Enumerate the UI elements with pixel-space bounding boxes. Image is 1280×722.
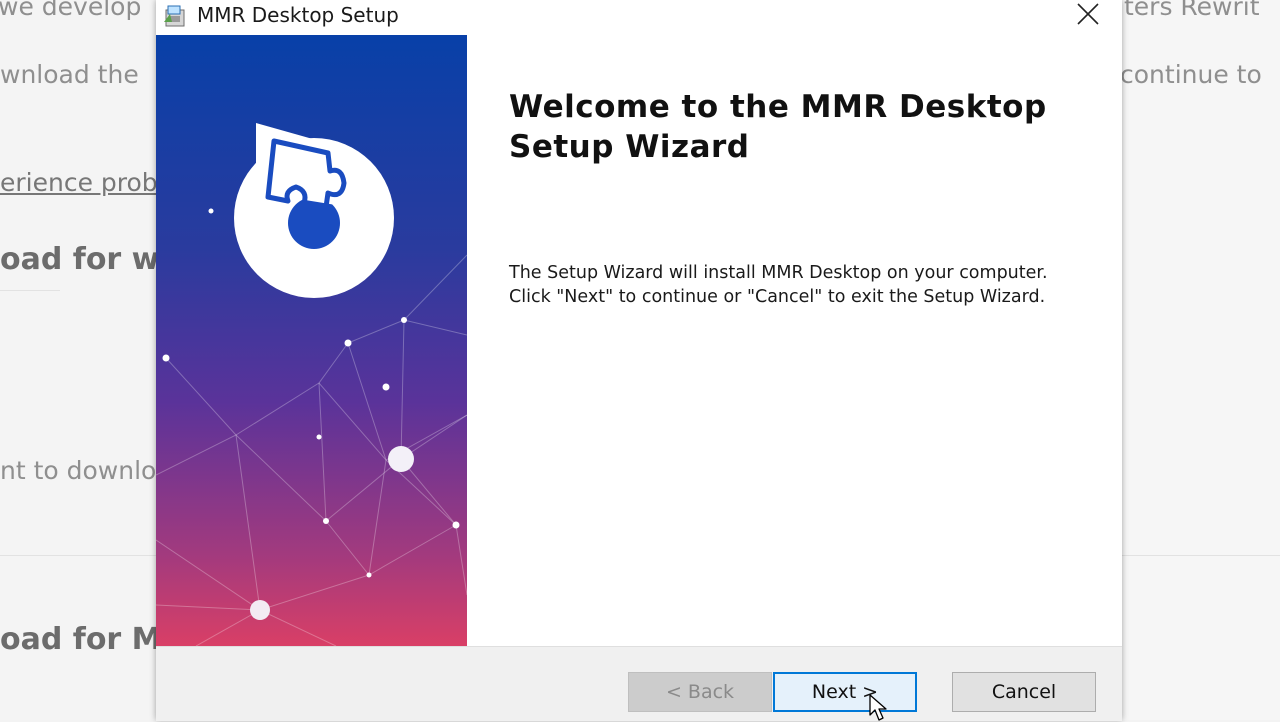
page-title: Welcome to the MMR Desktop Setup Wizard — [509, 89, 1047, 165]
wizard-content: Welcome to the MMR Desktop Setup Wizard … — [467, 35, 1122, 646]
wizard-banner — [156, 35, 467, 646]
bg-link[interactable]: erience prob — [0, 168, 158, 197]
bg-divider — [1122, 555, 1280, 556]
bg-right-panel — [1122, 0, 1280, 720]
bg-text-4: ters Rewrit — [1124, 0, 1260, 21]
window-title: MMR Desktop Setup — [197, 3, 399, 27]
bg-heading-2: oad for M — [0, 622, 162, 657]
back-button[interactable]: < Back — [628, 672, 772, 712]
bg-heading-1: oad for wi — [0, 242, 170, 277]
title-bar[interactable]: MMR Desktop Setup — [156, 0, 1122, 33]
close-icon[interactable] — [1070, 0, 1104, 30]
description-line-2: Click "Next" to continue or "Cancel" to … — [509, 287, 1046, 307]
bg-text-5: continue to — [1120, 60, 1262, 89]
cancel-button[interactable]: Cancel — [952, 672, 1096, 712]
setup-window: MMR Desktop Setup Welcome to the MMR Des… — [156, 0, 1122, 721]
bg-text-2: wnload the — [0, 60, 139, 89]
description-line-1: The Setup Wizard will install MMR Deskto… — [509, 263, 1048, 283]
next-button[interactable]: Next > — [773, 672, 917, 712]
bg-divider — [0, 290, 60, 291]
bg-text-3: nt to downlo — [0, 456, 157, 485]
wizard-description: The Setup Wizard will install MMR Deskto… — [509, 261, 1109, 309]
bg-text-1: we develop — [0, 0, 142, 21]
wizard-footer: < Back Next > Cancel — [156, 646, 1122, 721]
installer-icon — [162, 2, 188, 28]
